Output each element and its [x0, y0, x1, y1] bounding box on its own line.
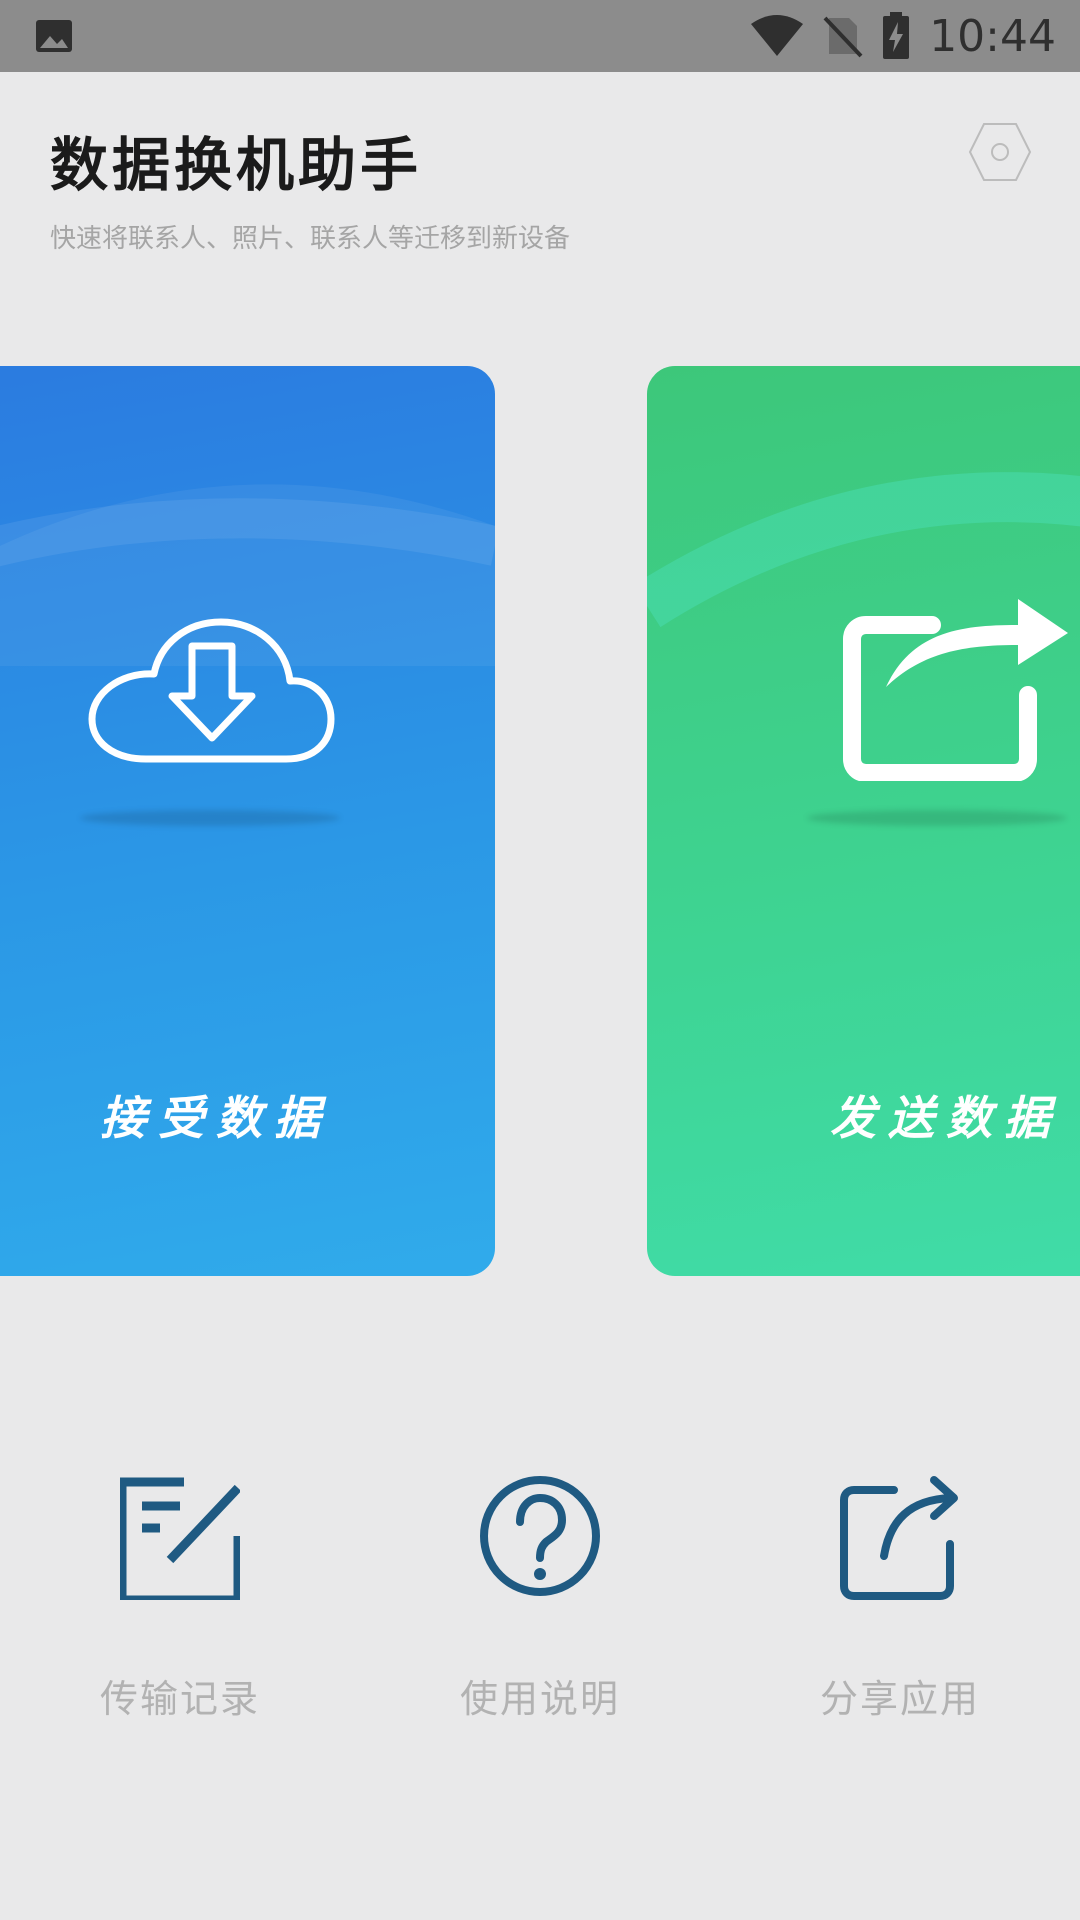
cloud-download-icon — [88, 618, 335, 763]
share-icon — [840, 1476, 958, 1600]
usage-guide-button[interactable]: 使用说明 — [400, 1470, 680, 1730]
help-circle-icon — [480, 1476, 600, 1596]
hexagon-settings-icon[interactable] — [968, 120, 1032, 184]
receive-data-card[interactable]: 接受数据 — [0, 366, 495, 1276]
edit-record-icon — [120, 1477, 240, 1600]
send-data-label: 发送数据 — [830, 1091, 1062, 1145]
battery-charging-icon — [883, 12, 910, 59]
share-arrow-icon — [843, 599, 1068, 781]
icon-shadow — [80, 810, 340, 826]
page-subtitle: 快速将联系人、照片、联系人等迁移到新设备 — [50, 224, 571, 254]
icon-shadow — [807, 810, 1067, 826]
usage-guide-label: 使用说明 — [459, 1677, 620, 1721]
receive-data-label: 接受数据 — [100, 1091, 332, 1145]
transfer-records-button[interactable]: 传输记录 — [40, 1470, 320, 1730]
transfer-records-label: 传输记录 — [99, 1677, 260, 1721]
share-app-button[interactable]: 分享应用 — [760, 1470, 1040, 1730]
image-icon — [36, 20, 72, 52]
page-title: 数据换机助手 — [50, 131, 423, 199]
share-app-label: 分享应用 — [819, 1677, 980, 1721]
send-data-card[interactable]: 发送数据 — [647, 366, 1080, 1276]
no-sim-icon — [823, 16, 863, 58]
status-bar: 10:44 — [0, 0, 1080, 72]
wifi-icon — [751, 15, 804, 56]
status-time: 10:44 — [929, 10, 1056, 62]
